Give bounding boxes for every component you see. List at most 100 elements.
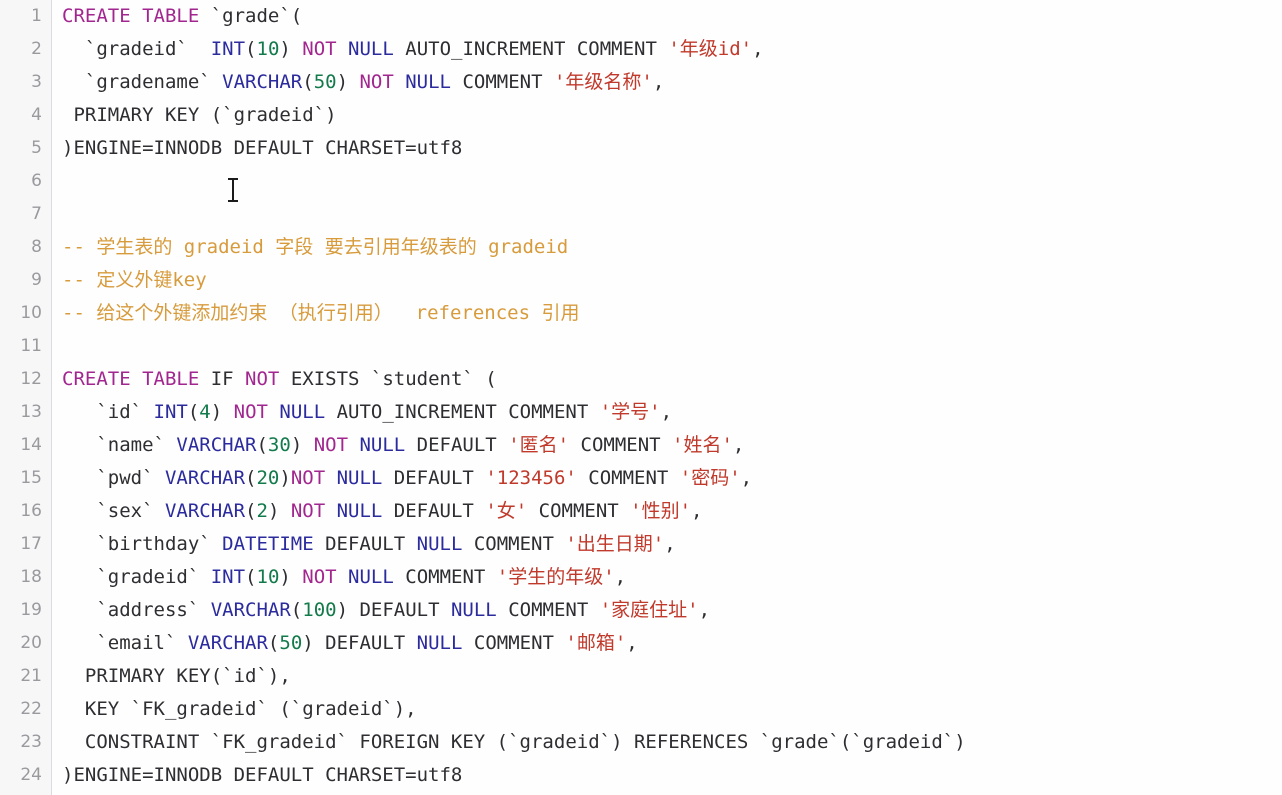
- code-token-punct: (: [245, 467, 257, 489]
- code-token-num: 50: [279, 632, 303, 654]
- code-token-punct: ,: [698, 599, 711, 621]
- code-token-cmt: -- 学生表的 gradeid 字段 要去引用年级表的 gradeid: [62, 236, 569, 258]
- code-token-kw: NOT: [313, 434, 360, 456]
- line-number: 10: [20, 303, 42, 323]
- code-token-punct: ,: [660, 401, 673, 423]
- code-token-punct: (: [187, 401, 200, 423]
- code-line[interactable]: -- 给这个外键添加约束 （执行引用） references 引用: [62, 297, 1282, 330]
- code-token-num: 10: [256, 566, 280, 588]
- code-token-plain: COMMENT: [473, 632, 566, 654]
- code-token-type: NULL: [416, 533, 474, 555]
- code-token-plain: COMMENT: [569, 434, 673, 456]
- code-token-str: '学生的年级': [496, 566, 615, 588]
- code-content-area[interactable]: CREATE TABLE `grade`( `gradeid` INT(10) …: [53, 0, 1282, 795]
- line-number: 9: [31, 270, 42, 290]
- code-token-str: '邮箱': [565, 632, 627, 654]
- line-number: 2: [31, 39, 42, 59]
- code-token-str: '年级名称': [553, 71, 653, 93]
- line-number: 13: [20, 402, 42, 422]
- code-token-plain: `id`: [62, 401, 154, 423]
- code-token-plain: COMMENT: [462, 71, 554, 93]
- code-line[interactable]: CREATE TABLE IF NOT EXISTS `student` (: [62, 363, 1282, 396]
- code-line[interactable]: -- 学生表的 gradeid 字段 要去引用年级表的 gradeid: [62, 231, 1282, 264]
- line-number: 16: [20, 501, 42, 521]
- code-token-plain: COMMENT: [576, 467, 680, 489]
- code-token-str: '性别': [630, 500, 692, 522]
- line-number: 24: [20, 765, 42, 785]
- code-line[interactable]: `email` VARCHAR(50) DEFAULT NULL COMMENT…: [62, 627, 1282, 660]
- code-token-plain: `gradeid`: [62, 38, 211, 60]
- code-line[interactable]: PRIMARY KEY(`id`),: [62, 660, 1282, 693]
- code-token-type: NULL: [416, 632, 474, 654]
- code-line[interactable]: )ENGINE=INNODB DEFAULT CHARSET=utf8: [62, 132, 1282, 165]
- code-token-kw: NOT: [290, 500, 337, 522]
- code-line[interactable]: CONSTRAINT `FK_gradeid` FOREIGN KEY (`gr…: [62, 726, 1282, 759]
- line-number: 22: [20, 699, 42, 719]
- code-token-punct: ): [210, 401, 234, 423]
- code-line[interactable]: [62, 198, 1282, 231]
- code-line[interactable]: `address` VARCHAR(100) DEFAULT NULL COMM…: [62, 594, 1282, 627]
- code-token-kw: NOT: [302, 38, 349, 60]
- sql-code-editor[interactable]: 1 2 3 4 5 6 7 8 9 10 11 12 13 14 15 16 17 18 19 20 21 22 23 24 …: [0, 0, 1282, 795]
- code-token-num: 4: [199, 401, 211, 423]
- line-number: 12: [20, 369, 42, 389]
- code-token-punct: ): [267, 500, 291, 522]
- code-token-plain: `birthday`: [62, 533, 223, 555]
- line-number: 1: [31, 6, 42, 26]
- code-token-plain: )ENGINE=INNODB DEFAULT CHARSET=utf8: [62, 137, 463, 159]
- code-line[interactable]: `name` VARCHAR(30) NOT NULL DEFAULT '匿名'…: [62, 429, 1282, 462]
- code-token-num: 10: [256, 38, 280, 60]
- code-token-punct: (: [267, 632, 280, 654]
- code-token-punct: ,: [732, 434, 745, 456]
- code-token-str: '年级id': [668, 38, 753, 60]
- code-line[interactable]: [62, 165, 1282, 198]
- code-token-str: '123456': [485, 467, 577, 489]
- code-line[interactable]: `pwd` VARCHAR(20)NOT NULL DEFAULT '12345…: [62, 462, 1282, 495]
- code-token-plain: AUTO_INCREMENT COMMENT: [405, 38, 669, 60]
- code-line[interactable]: `id` INT(4) NOT NULL AUTO_INCREMENT COMM…: [62, 396, 1282, 429]
- code-token-str: '学号': [599, 401, 661, 423]
- code-line[interactable]: -- 定义外键key: [62, 264, 1282, 297]
- line-number: 7: [31, 204, 42, 224]
- code-token-str: '女': [485, 500, 528, 522]
- code-line[interactable]: `sex` VARCHAR(2) NOT NULL DEFAULT '女' CO…: [62, 495, 1282, 528]
- code-token-num: 2: [256, 500, 268, 522]
- code-line[interactable]: `birthday` DATETIME DEFAULT NULL COMMENT…: [62, 528, 1282, 561]
- code-token-plain: `gradeid`: [62, 566, 211, 588]
- code-line[interactable]: KEY `FK_gradeid` (`gradeid`),: [62, 693, 1282, 726]
- code-token-type: VARCHAR: [187, 632, 268, 654]
- code-line[interactable]: `gradeid` INT(10) NOT NULL AUTO_INCREMEN…: [62, 33, 1282, 66]
- code-token-type: VARCHAR: [164, 467, 246, 489]
- code-token-kw: NOT: [359, 71, 406, 93]
- line-number: 20: [20, 633, 42, 653]
- code-line[interactable]: PRIMARY KEY (`gradeid`): [62, 99, 1282, 132]
- code-token-kw: NOT: [302, 566, 349, 588]
- code-token-punct: (: [290, 5, 303, 27]
- code-token-type: VARCHAR: [222, 71, 303, 93]
- code-token-kw: CREATE TABLE: [62, 368, 211, 390]
- code-token-plain: `address`: [62, 599, 211, 621]
- code-line[interactable]: `gradename` VARCHAR(50) NOT NULL COMMENT…: [62, 66, 1282, 99]
- code-token-kw: NOT: [290, 467, 337, 489]
- code-line[interactable]: [62, 330, 1282, 363]
- line-number: 19: [20, 600, 42, 620]
- code-token-type: NULL: [348, 566, 406, 588]
- code-token-str: '姓名': [672, 434, 733, 456]
- code-line[interactable]: `gradeid` INT(10) NOT NULL COMMENT '学生的年…: [62, 561, 1282, 594]
- code-token-punct: (: [302, 71, 314, 93]
- code-token-punct: (: [245, 500, 257, 522]
- line-number: 14: [20, 435, 42, 455]
- line-number: 5: [31, 138, 42, 158]
- code-token-punct: ): [279, 467, 291, 489]
- line-number: 18: [20, 567, 42, 587]
- code-token-plain: DEFAULT: [359, 599, 451, 621]
- line-number: 3: [31, 72, 42, 92]
- code-line[interactable]: )ENGINE=INNODB DEFAULT CHARSET=utf8: [62, 759, 1282, 792]
- code-token-type: NULL: [279, 401, 337, 423]
- code-line[interactable]: CREATE TABLE `grade`(: [62, 0, 1282, 33]
- code-token-punct: ,: [740, 467, 753, 489]
- code-token-str: '匿名': [508, 434, 570, 456]
- code-token-punct: ,: [752, 38, 764, 60]
- code-token-type: NULL: [405, 71, 463, 93]
- code-token-plain: AUTO_INCREMENT COMMENT: [336, 401, 600, 423]
